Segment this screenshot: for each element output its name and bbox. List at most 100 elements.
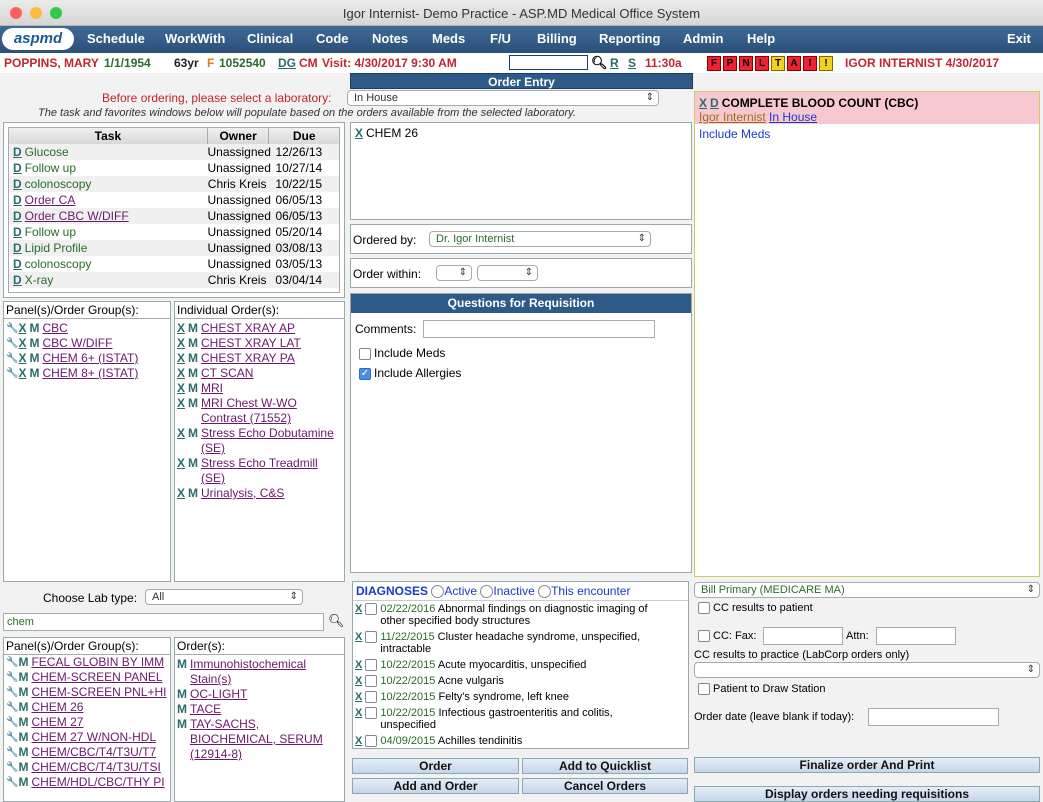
- patient-search-input[interactable]: [509, 55, 588, 70]
- search-order-item-label[interactable]: TAY-SACHS, BIOCHEMICAL, SERUM (12914-8): [190, 717, 344, 762]
- wrench-icon[interactable]: 🔧: [6, 321, 18, 336]
- flag-i[interactable]: I: [803, 56, 817, 71]
- modify-icon[interactable]: M: [177, 687, 187, 702]
- diagnosis-checkbox[interactable]: [365, 631, 378, 643]
- order-button[interactable]: Order: [352, 758, 519, 774]
- ordered-by-select[interactable]: Dr. Igor Internist: [429, 231, 651, 247]
- search-panel-item[interactable]: 🔧 M CHEM-SCREEN PANEL: [4, 670, 170, 685]
- cancel-orders-button[interactable]: Cancel Orders: [522, 778, 688, 794]
- flag-a[interactable]: A: [787, 56, 801, 71]
- search-panel-item-label[interactable]: CHEM 27 W/NON-HDL: [31, 730, 156, 745]
- minimize-window-icon[interactable]: [30, 7, 42, 19]
- order-within-unit-select[interactable]: [477, 265, 538, 281]
- task-details-link[interactable]: D: [13, 209, 22, 223]
- include-allergies-checkbox[interactable]: ✓: [359, 367, 371, 380]
- diagnosis-x-link[interactable]: X: [355, 707, 362, 719]
- diagnosis-x-link[interactable]: X: [355, 603, 362, 615]
- remove-icon[interactable]: X: [177, 321, 185, 336]
- diagnosis-x-link[interactable]: X: [355, 735, 362, 747]
- wrench-icon[interactable]: 🔧: [6, 670, 18, 685]
- modify-icon[interactable]: M: [188, 321, 198, 336]
- flag-t[interactable]: T: [771, 56, 785, 71]
- modify-icon[interactable]: M: [29, 336, 39, 351]
- fax-input[interactable]: [763, 627, 843, 645]
- order-item-label[interactable]: Urinalysis, C&S: [201, 486, 284, 501]
- modify-icon[interactable]: M: [18, 760, 28, 775]
- order-date-input[interactable]: [868, 708, 999, 726]
- inactive-radio[interactable]: Inactive: [480, 584, 535, 599]
- menu-clinical[interactable]: Clinical: [247, 31, 293, 46]
- modify-icon[interactable]: M: [188, 456, 198, 471]
- panel-item-label[interactable]: CHEM 6+ (ISTAT): [42, 351, 138, 366]
- draw-station-checkbox[interactable]: [698, 683, 710, 696]
- panel-item-label[interactable]: CBC: [42, 321, 67, 336]
- diagnosis-x-link[interactable]: X: [355, 691, 362, 703]
- modify-icon[interactable]: M: [188, 426, 198, 441]
- order-item[interactable]: X M CHEST XRAY PA: [175, 351, 344, 366]
- wrench-icon[interactable]: 🔧: [6, 730, 18, 745]
- task-details-link[interactable]: D: [13, 225, 22, 239]
- task-details-link[interactable]: D: [13, 273, 22, 287]
- draw-station-option[interactable]: Patient to Draw Station: [698, 683, 826, 696]
- remove-order-icon[interactable]: X: [355, 126, 363, 140]
- close-window-icon[interactable]: [10, 7, 22, 19]
- wrench-icon[interactable]: 🔧: [6, 715, 18, 730]
- remove-icon[interactable]: X: [18, 351, 26, 366]
- menu-billing[interactable]: Billing: [537, 31, 577, 46]
- panel-item-label[interactable]: CBC W/DIFF: [42, 336, 112, 351]
- modify-icon[interactable]: M: [18, 730, 28, 745]
- search-panel-item-label[interactable]: CHEM-SCREEN PNL+HI: [31, 685, 166, 700]
- order-item[interactable]: X M MRI: [175, 381, 344, 396]
- search-panel-item[interactable]: 🔧 M CHEM/CBC/T4/T3U/TSI: [4, 760, 170, 775]
- menu-schedule[interactable]: Schedule: [87, 31, 145, 46]
- search-panel-item[interactable]: 🔧 M CHEM 27 W/NON-HDL: [4, 730, 170, 745]
- finalize-order-button[interactable]: Finalize order And Print: [694, 757, 1040, 773]
- menu-fu[interactable]: F/U: [490, 31, 511, 46]
- diagnosis-checkbox[interactable]: [365, 603, 378, 615]
- wrench-icon[interactable]: 🔧: [6, 685, 18, 700]
- cart-remove-link[interactable]: X: [699, 96, 707, 110]
- modify-icon[interactable]: M: [29, 351, 39, 366]
- order-search-input[interactable]: chem: [3, 613, 324, 631]
- search-panel-item-label[interactable]: FECAL GLOBIN BY IMM: [31, 655, 164, 670]
- search-order-item-label[interactable]: TACE: [190, 702, 221, 717]
- remove-icon[interactable]: X: [177, 336, 185, 351]
- modify-icon[interactable]: M: [29, 366, 39, 381]
- search-panel-item-label[interactable]: CHEM/CBC/T4/T3U/TSI: [31, 760, 160, 775]
- include-meds-option[interactable]: Include Meds: [359, 346, 445, 360]
- panel-item[interactable]: 🔧 X M CHEM 6+ (ISTAT): [4, 351, 170, 366]
- cart-lab[interactable]: In House: [769, 110, 817, 124]
- modify-icon[interactable]: M: [188, 486, 198, 501]
- modify-icon[interactable]: M: [18, 700, 28, 715]
- menu-admin[interactable]: Admin: [683, 31, 723, 46]
- search-order-item[interactable]: M TAY-SACHS, BIOCHEMICAL, SERUM (12914-8): [175, 717, 344, 762]
- remove-icon[interactable]: X: [177, 396, 185, 411]
- search-panel-item-label[interactable]: CHEM-SCREEN PANEL: [31, 670, 162, 685]
- remove-icon[interactable]: X: [177, 366, 185, 381]
- order-item-label[interactable]: CT SCAN: [201, 366, 253, 381]
- menu-notes[interactable]: Notes: [372, 31, 408, 46]
- order-item-label[interactable]: Stress Echo Dobutamine (SE): [201, 426, 344, 456]
- modify-icon[interactable]: M: [29, 321, 39, 336]
- menu-exit[interactable]: Exit: [1007, 31, 1031, 46]
- modify-icon[interactable]: M: [188, 366, 198, 381]
- include-allergies-option[interactable]: ✓ Include Allergies: [359, 366, 461, 380]
- remove-icon[interactable]: X: [177, 381, 185, 396]
- remove-icon[interactable]: X: [177, 456, 185, 471]
- menu-reporting[interactable]: Reporting: [599, 31, 660, 46]
- flag-alert[interactable]: !: [819, 56, 833, 71]
- flag-n[interactable]: N: [739, 56, 753, 71]
- diagnosis-checkbox[interactable]: [365, 675, 378, 687]
- wrench-icon[interactable]: 🔧: [6, 700, 18, 715]
- search-panel-item[interactable]: 🔧 M FECAL GLOBIN BY IMM: [4, 655, 170, 670]
- menu-workwith[interactable]: WorkWith: [165, 31, 225, 46]
- search-order-item[interactable]: M Immunohistochemical Stain(s): [175, 657, 344, 687]
- order-item[interactable]: X M CHEST XRAY AP: [175, 321, 344, 336]
- order-item[interactable]: X M Stress Echo Treadmill (SE): [175, 456, 344, 486]
- search-panel-item-label[interactable]: CHEM/CBC/T4/T3U/T7: [31, 745, 156, 760]
- task-details-link[interactable]: D: [13, 161, 22, 175]
- wrench-icon[interactable]: 🔧: [6, 745, 18, 760]
- cm-link[interactable]: CM: [299, 53, 318, 73]
- panel-item[interactable]: 🔧 X M CBC W/DIFF: [4, 336, 170, 351]
- task-details-link[interactable]: D: [13, 257, 22, 271]
